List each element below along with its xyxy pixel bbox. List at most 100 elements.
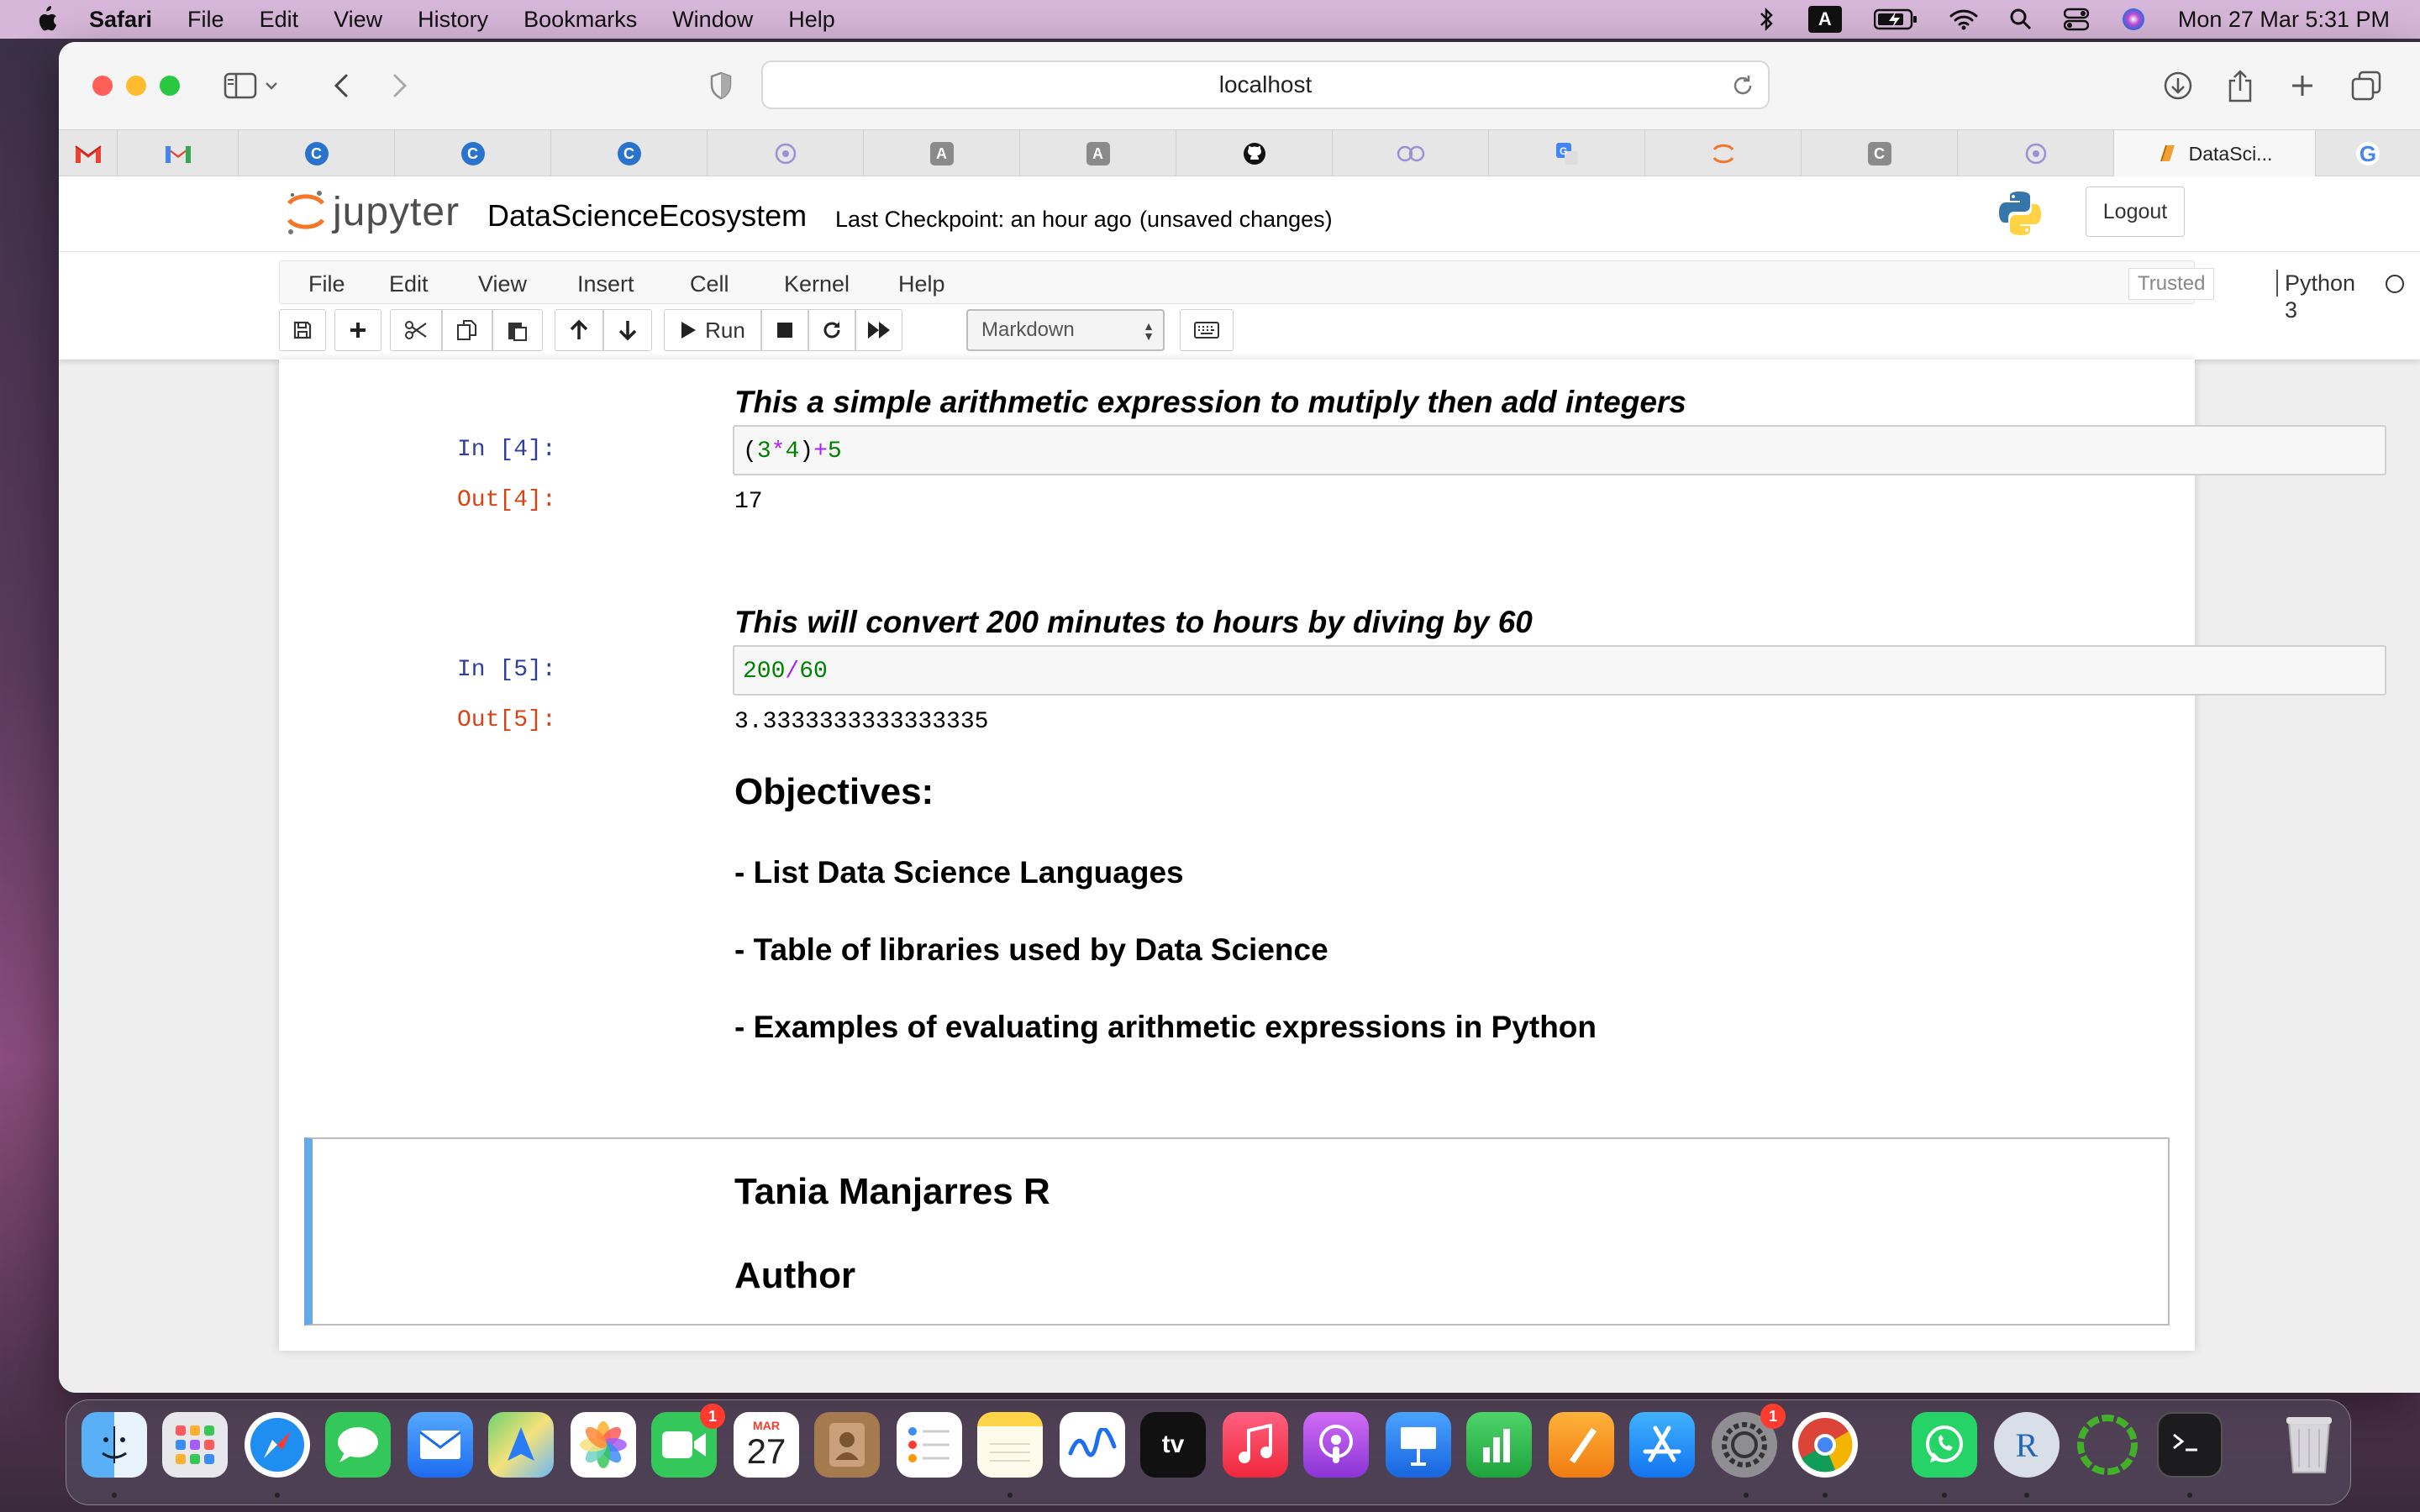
close-window-button[interactable]: [92, 76, 113, 96]
pages-icon[interactable]: [1549, 1412, 1614, 1478]
tab-google[interactable]: G: [2316, 130, 2420, 177]
keynote-icon[interactable]: [1386, 1412, 1451, 1478]
markdown-cell-text[interactable]: This a simple arithmetic expression to m…: [734, 385, 1686, 420]
minimize-window-button[interactable]: [126, 76, 146, 96]
spotlight-search-icon[interactable]: [2010, 8, 2032, 30]
whatsapp-icon[interactable]: [1912, 1412, 1977, 1478]
zoom-window-button[interactable]: [160, 76, 180, 96]
back-arrow-icon[interactable]: [321, 66, 361, 106]
command-palette-button[interactable]: [1180, 309, 1234, 351]
code-cell-input[interactable]: 200/60: [733, 645, 2386, 696]
apple-icon[interactable]: [34, 5, 59, 34]
bluetooth-icon[interactable]: [1758, 7, 1776, 32]
mail-icon[interactable]: [408, 1412, 473, 1478]
restart-run-all-button[interactable]: [855, 309, 902, 351]
jupyter-menu-kernel[interactable]: Kernel: [784, 271, 850, 297]
reload-icon[interactable]: [1731, 74, 1754, 103]
tab-openai-2[interactable]: [1958, 130, 2114, 177]
paste-button[interactable]: [492, 309, 543, 351]
jupyter-menu-help[interactable]: Help: [898, 271, 945, 297]
restart-kernel-button[interactable]: [808, 309, 855, 351]
siri-icon[interactable]: [2121, 7, 2146, 32]
share-icon[interactable]: [2220, 66, 2260, 106]
cell-type-select[interactable]: Markdown ▲ ▼: [966, 309, 1165, 351]
menu-window[interactable]: Window: [672, 7, 753, 33]
freeform-icon[interactable]: [1060, 1412, 1125, 1478]
tab-a-1[interactable]: A: [864, 130, 1020, 177]
code-cell-input[interactable]: (3*4)+5: [733, 425, 2386, 475]
downloads-icon[interactable]: [2158, 66, 2198, 106]
safari-icon[interactable]: [245, 1412, 310, 1478]
input-source-icon[interactable]: A: [1807, 6, 1842, 33]
trusted-badge[interactable]: Trusted: [2128, 268, 2215, 300]
kernel-name[interactable]: Python 3: [2276, 270, 2355, 323]
jupyter-logo[interactable]: jupyter: [284, 188, 460, 235]
logout-button[interactable]: Logout: [2086, 186, 2185, 237]
address-bar[interactable]: localhost: [761, 60, 1770, 109]
contacts-icon[interactable]: [814, 1412, 880, 1478]
sidebar-toggle-icon[interactable]: [220, 66, 260, 106]
anaconda-icon[interactable]: [2075, 1412, 2140, 1478]
reminders-icon[interactable]: [897, 1412, 962, 1478]
menu-help[interactable]: Help: [788, 7, 835, 33]
launchpad-icon[interactable]: [162, 1412, 228, 1478]
menu-app-safari[interactable]: Safari: [89, 7, 152, 33]
objectives-heading[interactable]: Objectives:: [734, 771, 934, 813]
markdown-cell-text[interactable]: This will convert 200 minutes to hours b…: [734, 605, 1533, 640]
jupyter-menu-file[interactable]: File: [308, 271, 345, 297]
wifi-icon[interactable]: [1949, 8, 1978, 30]
tab-gmail-1[interactable]: [59, 130, 118, 177]
notebook-title[interactable]: DataScienceEcosystem: [487, 198, 807, 234]
menu-edit[interactable]: Edit: [260, 7, 299, 33]
menu-view[interactable]: View: [334, 7, 382, 33]
notes-icon[interactable]: [977, 1412, 1043, 1478]
menu-history[interactable]: History: [418, 7, 488, 33]
tab-jupyter[interactable]: [1645, 130, 1802, 177]
tab-ibm[interactable]: [1333, 130, 1489, 177]
photos-icon[interactable]: [571, 1412, 636, 1478]
tab-coursera-2[interactable]: C: [395, 130, 551, 177]
tab-coursera-3[interactable]: C: [551, 130, 708, 177]
facetime-icon[interactable]: 1: [651, 1404, 725, 1478]
battery-icon[interactable]: [1873, 8, 1918, 30]
app-store-icon[interactable]: [1629, 1412, 1695, 1478]
interrupt-kernel-button[interactable]: [761, 309, 808, 351]
jupyter-menu-cell[interactable]: Cell: [690, 271, 729, 297]
tab-notebook-active[interactable]: DataSci...: [2114, 130, 2316, 177]
copy-button[interactable]: [442, 309, 492, 351]
calendar-icon[interactable]: MAR 27: [734, 1412, 799, 1478]
tab-gmail-2[interactable]: [118, 130, 239, 177]
save-button[interactable]: [279, 309, 326, 351]
privacy-shield-icon[interactable]: [701, 66, 741, 106]
new-tab-icon[interactable]: [2282, 66, 2323, 106]
forward-arrow-icon[interactable]: [380, 66, 420, 106]
terminal-icon[interactable]: [2157, 1412, 2223, 1478]
move-up-button[interactable]: [555, 309, 603, 351]
maps-icon[interactable]: [488, 1412, 554, 1478]
music-icon[interactable]: [1223, 1412, 1288, 1478]
r-app-icon[interactable]: R: [1994, 1412, 2060, 1478]
menu-file[interactable]: File: [187, 7, 224, 33]
chrome-icon[interactable]: [1792, 1412, 1858, 1478]
move-down-button[interactable]: [603, 309, 652, 351]
podcasts-icon[interactable]: [1303, 1412, 1369, 1478]
insert-cell-button[interactable]: [334, 309, 381, 351]
jupyter-menu-view[interactable]: View: [478, 271, 527, 297]
finder-icon[interactable]: [82, 1412, 147, 1478]
tab-translate[interactable]: G: [1489, 130, 1645, 177]
system-settings-icon[interactable]: 1: [1712, 1404, 1786, 1478]
menu-bookmarks[interactable]: Bookmarks: [523, 7, 637, 33]
tab-github[interactable]: [1176, 130, 1333, 177]
numbers-icon[interactable]: [1466, 1412, 1532, 1478]
trash-icon[interactable]: [2276, 1412, 2342, 1478]
messages-icon[interactable]: [325, 1412, 391, 1478]
tab-coursera-1[interactable]: C: [239, 130, 395, 177]
run-button[interactable]: Run: [664, 309, 761, 351]
jupyter-menu-insert[interactable]: Insert: [577, 271, 634, 297]
control-center-icon[interactable]: [2063, 8, 2089, 31]
menubar-clock[interactable]: Mon 27 Mar 5:31 PM: [2178, 7, 2390, 33]
tab-a-2[interactable]: A: [1020, 130, 1176, 177]
selected-markdown-cell[interactable]: [304, 1137, 2170, 1326]
apple-tv-icon[interactable]: tv: [1140, 1412, 1206, 1478]
chevron-down-icon[interactable]: [259, 66, 284, 106]
